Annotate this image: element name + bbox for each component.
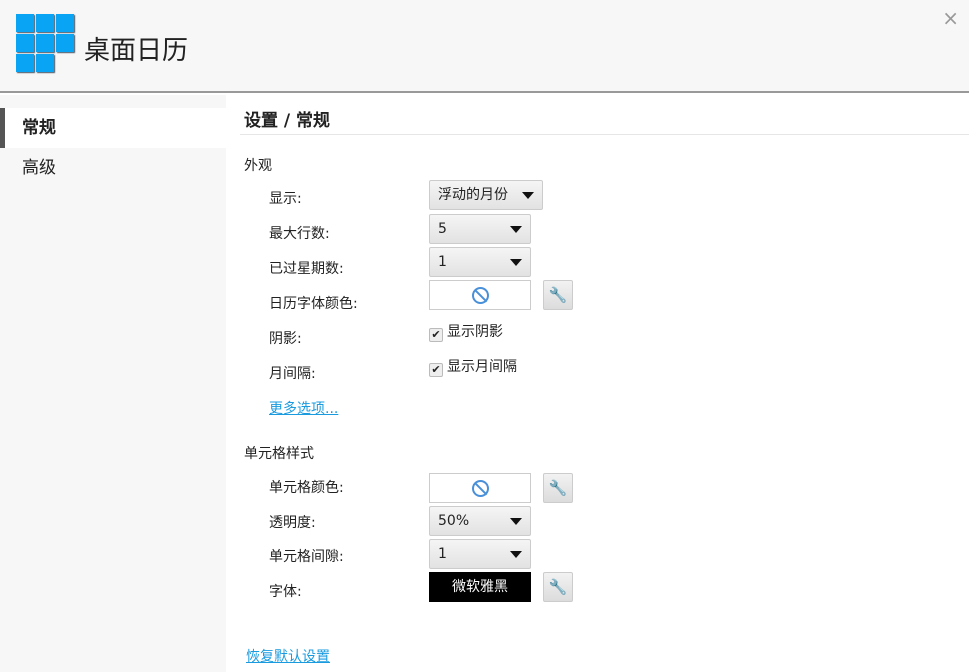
font-color-wrench-button[interactable]: 🔧 (543, 280, 573, 310)
appearance-heading: 外观 (244, 158, 272, 174)
chevron-down-icon (510, 551, 522, 558)
display-select[interactable]: 浮动的月份 (429, 180, 543, 210)
opacity-value: 50% (438, 513, 470, 529)
calendar-logo-icon (16, 14, 74, 74)
font-color-picker[interactable] (429, 280, 531, 310)
shadow-checkbox-label: 显示阴影 (447, 324, 503, 340)
header: 桌面日历 × (0, 0, 969, 93)
font-picker[interactable]: 微软雅黑 (429, 572, 531, 602)
month-gap-label: 月间隔: (269, 366, 316, 382)
divider (240, 134, 969, 135)
shadow-label: 阴影: (269, 331, 302, 347)
page-title: 设置 / 常规 (244, 111, 331, 131)
checkmark-icon: ✔ (429, 328, 443, 342)
sidebar-item-general[interactable]: 常规 (0, 108, 226, 148)
sidebar: 常规 高级 (0, 95, 226, 672)
display-value: 浮动的月份 (438, 187, 508, 203)
wrench-icon: 🔧 (548, 479, 568, 497)
past-weeks-select[interactable]: 1 (429, 247, 531, 277)
shadow-checkbox[interactable]: ✔ 显示阴影 (429, 321, 503, 342)
cell-gap-select[interactable]: 1 (429, 539, 531, 569)
chevron-down-icon (522, 192, 534, 199)
cell-color-label: 单元格颜色: (269, 480, 344, 496)
chevron-down-icon (510, 259, 522, 266)
chevron-down-icon (510, 226, 522, 233)
cell-color-wrench-button[interactable]: 🔧 (543, 473, 573, 503)
wrench-icon: 🔧 (548, 578, 568, 596)
cell-gap-label: 单元格间隙: (269, 549, 344, 565)
max-rows-select[interactable]: 5 (429, 214, 531, 244)
cell-color-picker[interactable] (429, 473, 531, 503)
display-label: 显示: (269, 191, 302, 207)
more-options-link[interactable]: 更多选项... (269, 398, 338, 418)
max-rows-value: 5 (438, 221, 447, 237)
no-color-icon (472, 287, 489, 304)
wrench-icon: 🔧 (548, 286, 568, 304)
past-weeks-label: 已过星期数: (269, 261, 344, 277)
reset-defaults-link[interactable]: 恢复默认设置 (246, 646, 330, 666)
font-color-label: 日历字体颜色: (269, 296, 358, 312)
max-rows-label: 最大行数: (269, 226, 330, 242)
close-icon[interactable]: × (942, 6, 959, 30)
no-color-icon (472, 480, 489, 497)
font-wrench-button[interactable]: 🔧 (543, 572, 573, 602)
month-gap-checkbox[interactable]: ✔ 显示月间隔 (429, 356, 517, 377)
cell-gap-value: 1 (438, 546, 447, 562)
app-title: 桌面日历 (84, 36, 189, 66)
past-weeks-value: 1 (438, 254, 447, 270)
opacity-label: 透明度: (269, 515, 316, 531)
month-gap-checkbox-label: 显示月间隔 (447, 359, 517, 375)
font-label: 字体: (269, 584, 302, 600)
chevron-down-icon (510, 518, 522, 525)
checkmark-icon: ✔ (429, 363, 443, 377)
cell-style-heading: 单元格样式 (244, 446, 314, 462)
opacity-select[interactable]: 50% (429, 506, 531, 536)
sidebar-item-advanced[interactable]: 高级 (0, 148, 226, 188)
